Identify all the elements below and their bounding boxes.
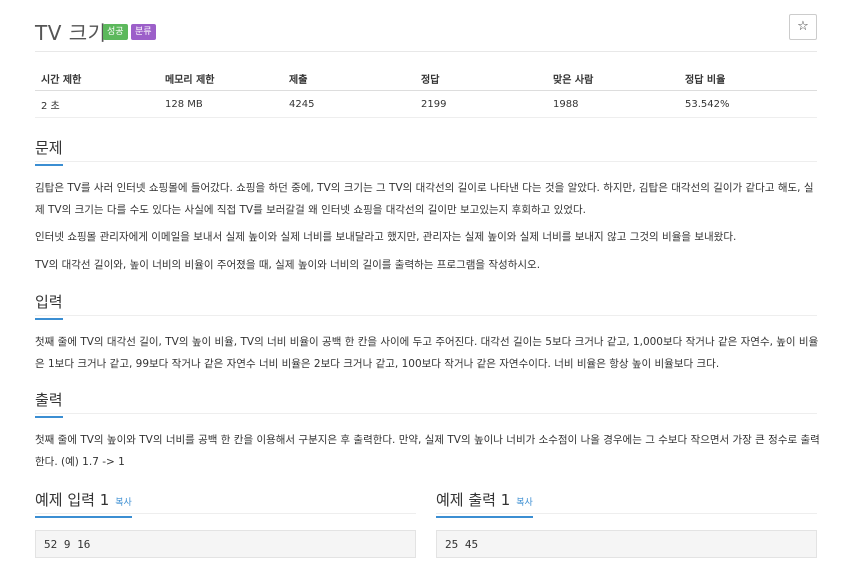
- problem-page: TV 크기 성공 분류 ☆ 시간 제한 메모리 제한 제출 정답 맞은 사람 정…: [0, 0, 857, 566]
- submissions-value: 4245: [283, 90, 415, 118]
- star-button[interactable]: ☆: [789, 14, 817, 40]
- output-section-heading: 출력: [35, 389, 817, 418]
- section-divider: [35, 513, 416, 514]
- header-accept-ratio: 정답 비율: [679, 66, 817, 91]
- problem-paragraph-3: TV의 대각선 길이와, 높이 너비의 비율이 주어졌을 때, 실제 높이와 너…: [35, 259, 541, 271]
- header-time-limit: 시간 제한: [35, 66, 159, 91]
- sample-input-title: 예제 입력 1: [35, 491, 110, 509]
- success-badge[interactable]: 성공: [103, 24, 128, 40]
- output-description: 첫째 줄에 TV의 높이와 TV의 너비를 공백 한 칸을 이용해서 구분지은 …: [35, 434, 820, 468]
- input-description: 첫째 줄에 TV의 대각선 길이, TV의 높이 비율, TV의 너비 비율이 …: [35, 336, 819, 370]
- input-section-heading: 입력: [35, 291, 817, 320]
- problem-paragraph-1: 김탑은 TV를 사러 인터넷 쇼핑몰에 들어갔다. 쇼핑을 하던 중에, TV의…: [35, 182, 814, 216]
- problem-header: TV 크기 성공 분류 ☆: [35, 14, 817, 50]
- problem-title: TV 크기: [35, 21, 107, 45]
- section-divider: [35, 315, 817, 316]
- memory-limit-value: 128 MB: [159, 90, 283, 118]
- table-header-row: 시간 제한 메모리 제한 제출 정답 맞은 사람 정답 비율: [35, 66, 817, 91]
- problem-info-table: 시간 제한 메모리 제한 제출 정답 맞은 사람 정답 비율 2 초 128 M…: [35, 66, 817, 118]
- category-badge[interactable]: 분류: [131, 24, 156, 40]
- sample-input-box[interactable]: 52 9 16: [35, 530, 416, 558]
- sample-output-box[interactable]: 25 45: [436, 530, 817, 558]
- header-solved-users: 맞은 사람: [547, 66, 679, 91]
- star-icon: ☆: [797, 19, 809, 34]
- table-row: 2 초 128 MB 4245 2199 1988 53.542%: [35, 90, 817, 118]
- header-memory-limit: 메모리 제한: [159, 66, 283, 91]
- accept-ratio-value: 53.542%: [679, 90, 817, 118]
- header-submissions: 제출: [283, 66, 415, 91]
- section-divider: [35, 413, 817, 414]
- time-limit-value: 2 초: [35, 90, 159, 118]
- sample-output-title: 예제 출력 1: [436, 491, 511, 509]
- header-divider: [35, 51, 817, 52]
- problem-paragraph-2: 인터넷 쇼핑몰 관리자에게 이메일을 보내서 실제 높이와 실제 너비를 보내달…: [35, 231, 737, 243]
- problem-section-heading: 문제: [35, 137, 817, 166]
- accepted-value: 2199: [415, 90, 547, 118]
- solved-users-value: 1988: [547, 90, 679, 118]
- section-divider: [35, 161, 817, 162]
- header-accepted: 정답: [415, 66, 547, 91]
- copy-output-button[interactable]: 복사: [516, 498, 533, 508]
- section-divider: [436, 513, 817, 514]
- copy-input-button[interactable]: 복사: [115, 498, 132, 508]
